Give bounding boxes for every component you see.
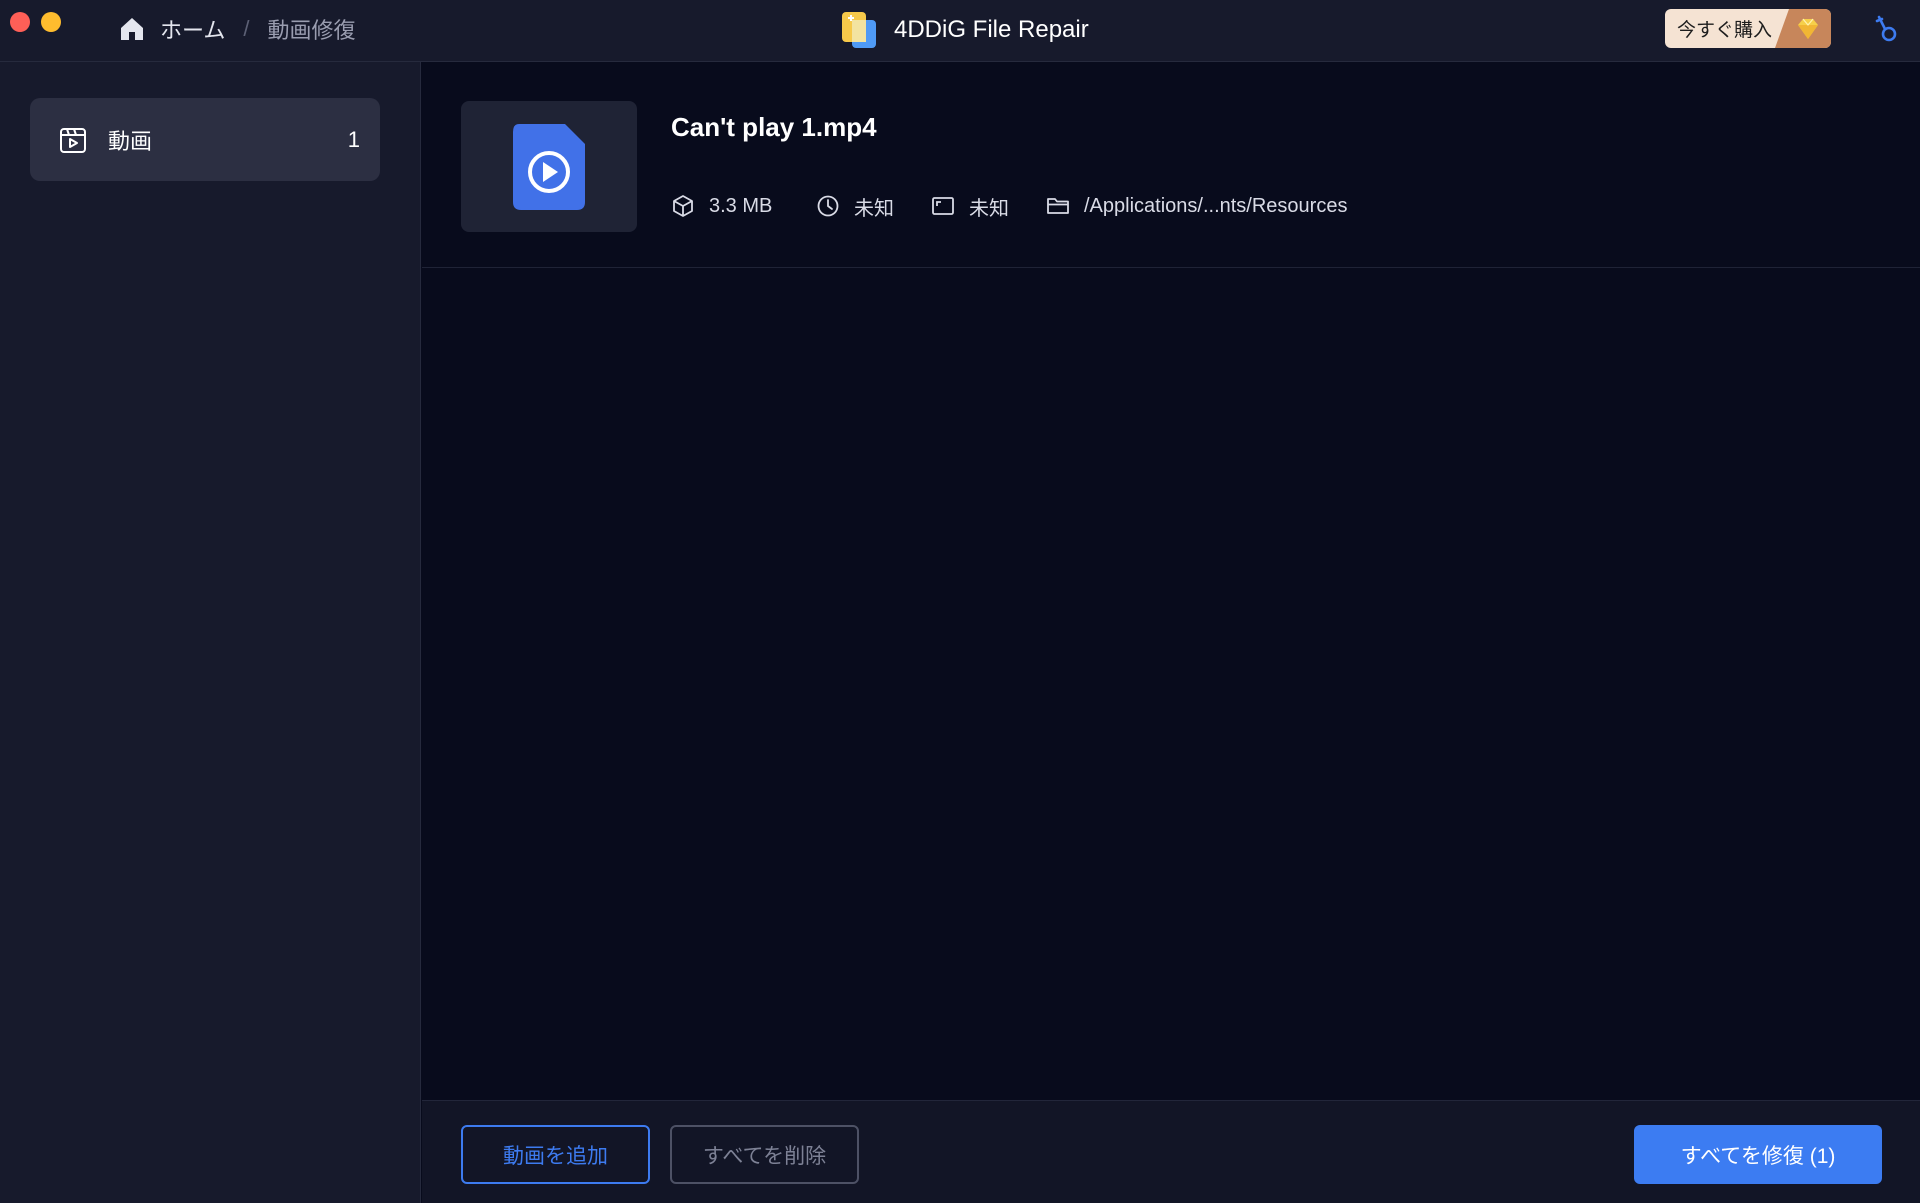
sidebar: 動画 1	[0, 62, 421, 1203]
close-window-button[interactable]	[10, 12, 30, 32]
box-icon	[673, 195, 693, 217]
sidebar-item-video[interactable]: 動画 1	[30, 98, 380, 181]
file-path: /Applications/...nts/Resources	[1084, 194, 1348, 217]
buy-gem-badge	[1775, 9, 1831, 48]
file-size: 3.3 MB	[709, 194, 773, 217]
title-bar: ホーム / 動画修復 4DDiG File Repair 今すぐ購入	[0, 0, 1920, 62]
file-duration: 未知	[854, 197, 894, 220]
video-file-icon	[60, 127, 86, 153]
app-window: ホーム / 動画修復 4DDiG File Repair 今すぐ購入 動画 1 …	[0, 0, 1920, 1203]
breadcrumb: ホーム / 動画修復	[118, 13, 355, 45]
file-size-item: 3.3 MB	[671, 194, 816, 218]
clock-icon	[817, 195, 839, 217]
video-file-icon	[513, 123, 585, 210]
breadcrumb-separator: /	[243, 16, 250, 41]
file-name: Can't play 1.mp4	[671, 112, 877, 142]
repair-all-button[interactable]: すべてを修復 (1)	[1634, 1125, 1882, 1184]
support-icon[interactable]	[1870, 12, 1902, 44]
folder-icon	[1047, 198, 1069, 214]
app-logo-icon	[842, 12, 876, 48]
sidebar-item-label: 動画	[108, 128, 153, 154]
breadcrumb-current: 動画修復	[267, 18, 356, 43]
minimize-window-button[interactable]	[41, 12, 61, 32]
file-path-item: /Applications/...nts/Resources	[1046, 194, 1347, 218]
remove-all-button[interactable]: すべてを削除	[670, 1125, 859, 1184]
file-resolution: 未知	[969, 197, 1009, 220]
resolution-icon	[932, 197, 954, 215]
diamond-icon	[1798, 18, 1818, 39]
file-duration-item: 未知	[816, 192, 931, 221]
file-resolution-item: 未知	[931, 192, 1046, 221]
add-video-button[interactable]: 動画を追加	[461, 1125, 650, 1184]
video-thumbnail[interactable]	[461, 101, 637, 232]
action-bar: 動画を追加 すべてを削除 すべてを修復 (1)	[422, 1100, 1920, 1203]
app-title: 4DDiG File Repair	[840, 10, 1089, 50]
breadcrumb-home-link[interactable]: ホーム	[160, 13, 225, 45]
sidebar-item-count: 1	[347, 126, 360, 152]
file-meta: 3.3 MB 未知 未知 /Applications/...nts/Resour…	[671, 191, 1347, 221]
buy-now-button[interactable]: 今すぐ購入	[1665, 9, 1831, 48]
window-title: 4DDiG File Repair	[894, 16, 1089, 43]
home-icon[interactable]	[118, 15, 146, 43]
buy-now-label: 今すぐ購入	[1677, 20, 1773, 41]
file-list-item[interactable]: Can't play 1.mp4 3.3 MB 未知 未知 /Applicati…	[422, 62, 1920, 268]
